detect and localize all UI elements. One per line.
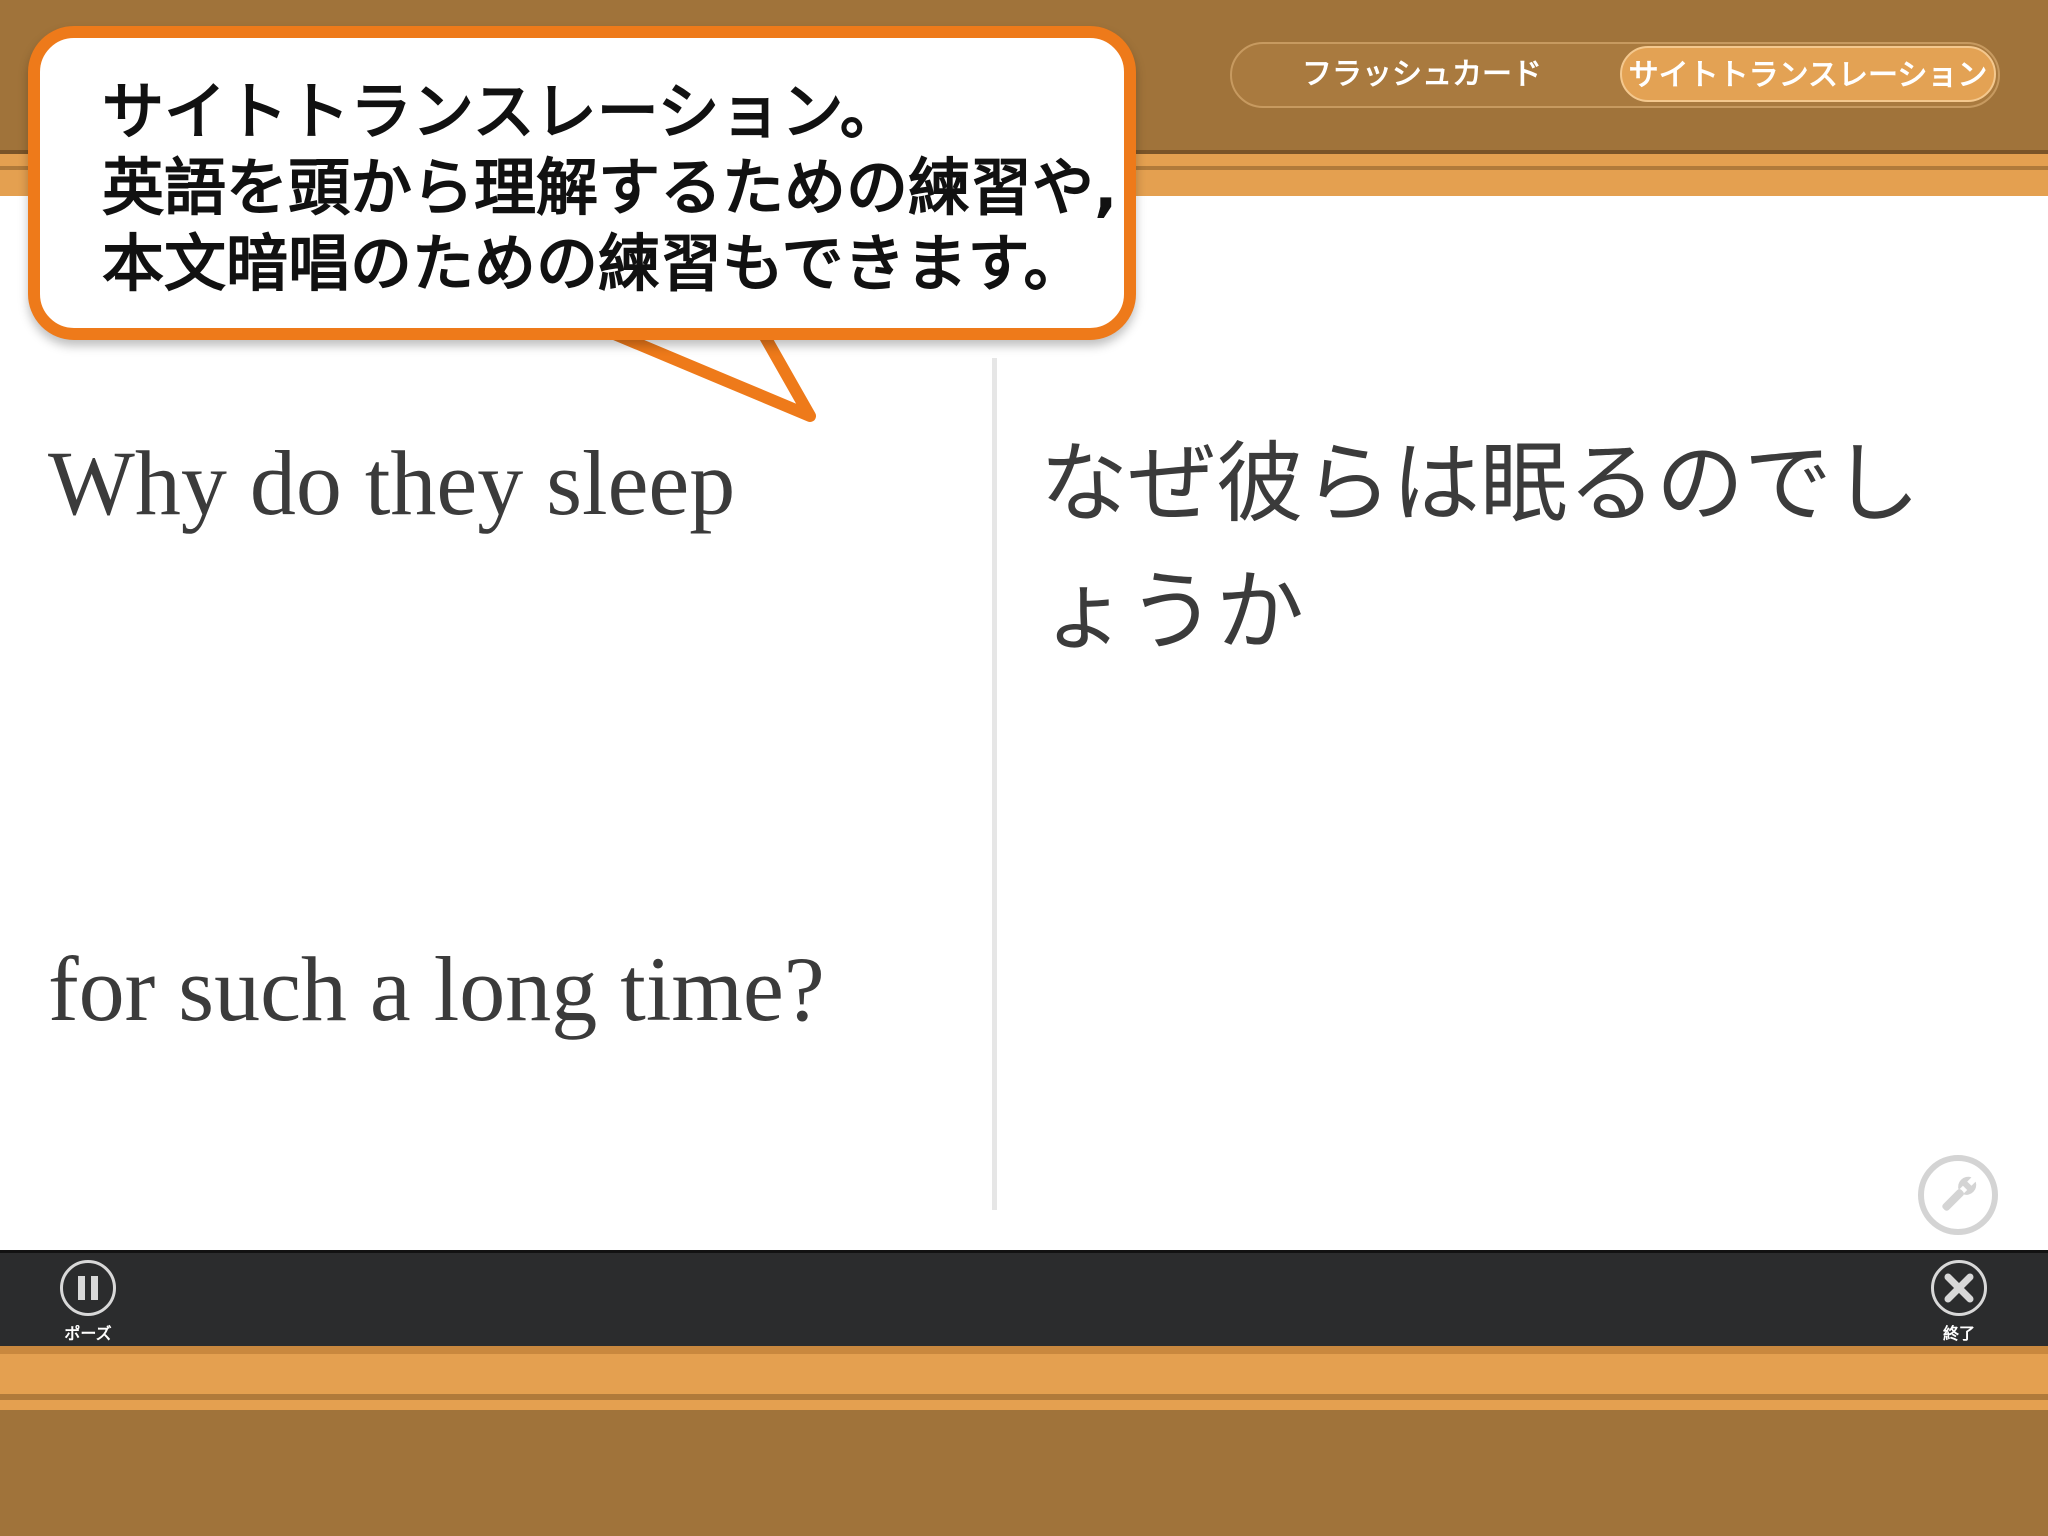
mode-switch: フラッシュカード サイトトランスレーション: [1230, 42, 2000, 108]
callout-bubble: サイトトランスレーション。 英語を頭から理解するための練習や, 本文暗唱のための…: [28, 26, 1136, 340]
english-line-1: Why do they sleep: [48, 432, 736, 534]
card-area: [0, 196, 2048, 1250]
pause-icon: [60, 1260, 116, 1316]
footer-stripe: [0, 1354, 2048, 1394]
english-line-2: for such a long time?: [48, 938, 825, 1040]
pause-button[interactable]: ポーズ: [43, 1258, 133, 1344]
callout-line-3: 本文暗唱のための練習もできます。: [102, 227, 1086, 300]
footer-stripe: [0, 1346, 2048, 1354]
footer-stripe: [0, 1400, 2048, 1410]
tab-flashcard[interactable]: フラッシュカード: [1272, 44, 1572, 106]
footer-fill: [0, 1410, 2048, 1536]
callout-line-1: サイトトランスレーション。: [102, 75, 902, 148]
callout-line-2: 英語を頭から理解するための練習や,: [102, 151, 1118, 224]
close-icon: [1931, 1260, 1987, 1316]
exit-label: 終了: [1942, 1324, 1975, 1343]
settings-button[interactable]: [1918, 1155, 1998, 1235]
pause-label: ポーズ: [64, 1324, 112, 1343]
callout-text: サイトトランスレーション。 英語を頭から理解するための練習や, 本文暗唱のための…: [102, 74, 1118, 302]
wrench-icon: [1942, 1176, 1977, 1211]
tab-sight-translation[interactable]: サイトトランスレーション: [1620, 46, 1996, 102]
japanese-translation: なぜ彼らは眠るのでしょうか: [1040, 432, 1921, 663]
bottom-toolbar: [0, 1250, 2048, 1346]
column-divider: [992, 358, 997, 1210]
exit-button[interactable]: 終了: [1914, 1258, 2004, 1344]
